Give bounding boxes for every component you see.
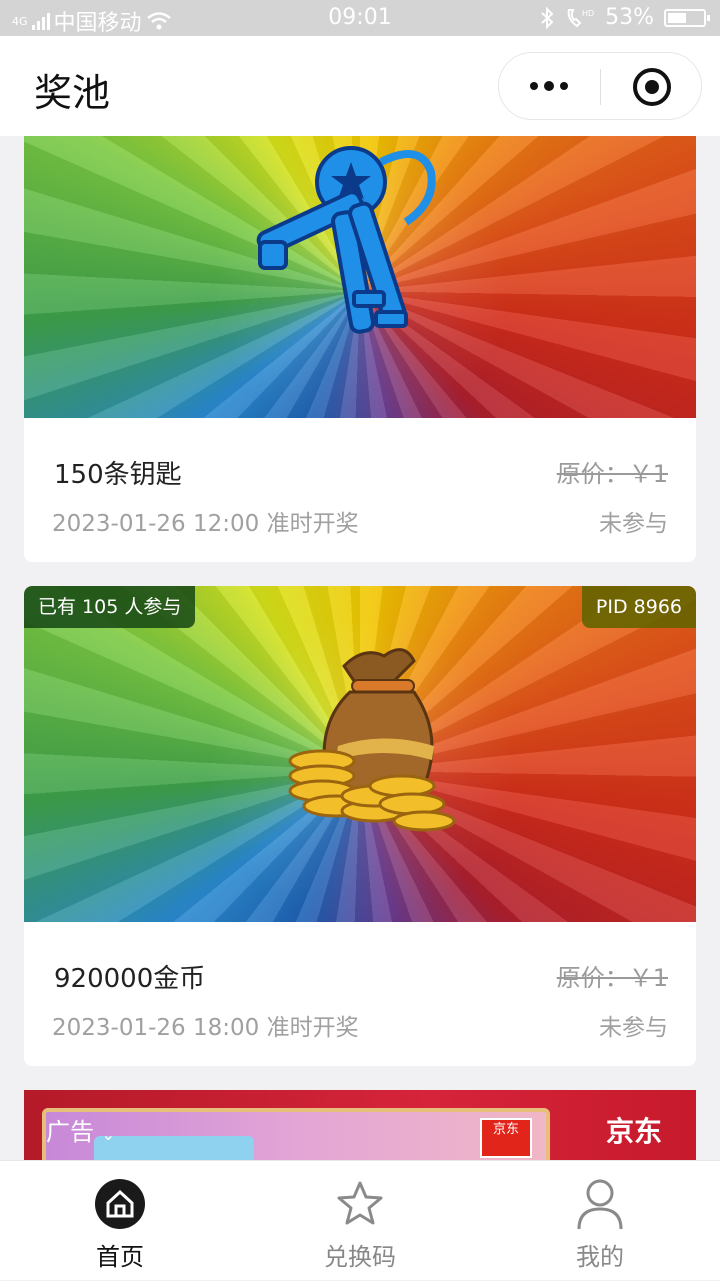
tab-home[interactable]: 首页 [0,1161,240,1281]
miniprogram-capsule [498,52,702,120]
prize-banner: 已有 105 人参与 PID 8966 [24,586,696,922]
status-bar: 4G 中国移动 09:01 HD 53% [0,0,720,36]
battery-icon [664,8,710,27]
original-price: 原价：￥1 [556,460,668,488]
status-right: HD 53% [539,5,710,30]
page-title: 奖池 [34,71,111,115]
svg-text:HD: HD [582,9,594,18]
prize-name: 150条钥匙 [54,460,182,490]
join-status: 未参与 [599,1015,668,1041]
prize-name: 920000金币 [54,964,206,994]
ad-label-text: 广告 [46,1118,94,1146]
tab-bar: 首页 兑换码 我的 [0,1160,720,1280]
ad-banner[interactable]: 广告 ⌄ 京东 京东 [24,1090,696,1160]
prize-card[interactable]: 150条钥匙 原价：￥1 2023-01-26 12:00 准时开奖 未参与 [24,136,696,562]
ad-image-detail [94,1136,254,1160]
tab-redeem-code[interactable]: 兑换码 [240,1161,480,1281]
ad-label[interactable]: 广告 ⌄ [46,1112,115,1147]
star-icon [337,1181,383,1225]
bluetooth-icon [541,6,554,29]
tab-label: 首页 [96,1243,144,1271]
participants-badge: 已有 105 人参与 [24,586,196,628]
close-icon[interactable] [633,68,671,106]
pid-badge: PID 8966 [581,586,696,628]
draw-time: 2023-01-26 18:00 准时开奖 [52,1015,359,1041]
prize-card[interactable]: 已有 105 人参与 PID 8966 920000金币 原价：￥1 2023-… [24,586,696,1066]
prize-list[interactable]: 150条钥匙 原价：￥1 2023-01-26 12:00 准时开奖 未参与 已… [0,136,720,1160]
home-icon [95,1179,145,1229]
jd-brand-text: 京东 [606,1115,663,1148]
jd-logo: 京东 [480,1118,532,1158]
keys-icon [256,146,436,334]
chevron-down-icon: ⌄ [101,1125,116,1144]
tab-mine[interactable]: 我的 [480,1161,720,1281]
original-price: 原价：￥1 [556,964,668,992]
more-icon[interactable] [499,53,599,119]
draw-time: 2023-01-26 12:00 准时开奖 [52,511,359,537]
tab-label: 兑换码 [324,1243,396,1271]
hd-call-icon: HD [567,8,594,27]
join-status: 未参与 [599,511,668,537]
tab-label: 我的 [576,1243,624,1271]
person-icon [577,1179,623,1230]
nav-bar: 奖池 [0,36,720,136]
capsule-divider [600,69,601,105]
prize-info: 150条钥匙 原价：￥1 2023-01-26 12:00 准时开奖 未参与 [24,418,696,562]
coin-bag-icon [288,648,456,832]
prize-info: 920000金币 原价：￥1 2023-01-26 18:00 准时开奖 未参与 [24,922,696,1066]
prize-banner [24,136,696,418]
battery-percent: 53% [605,5,654,30]
